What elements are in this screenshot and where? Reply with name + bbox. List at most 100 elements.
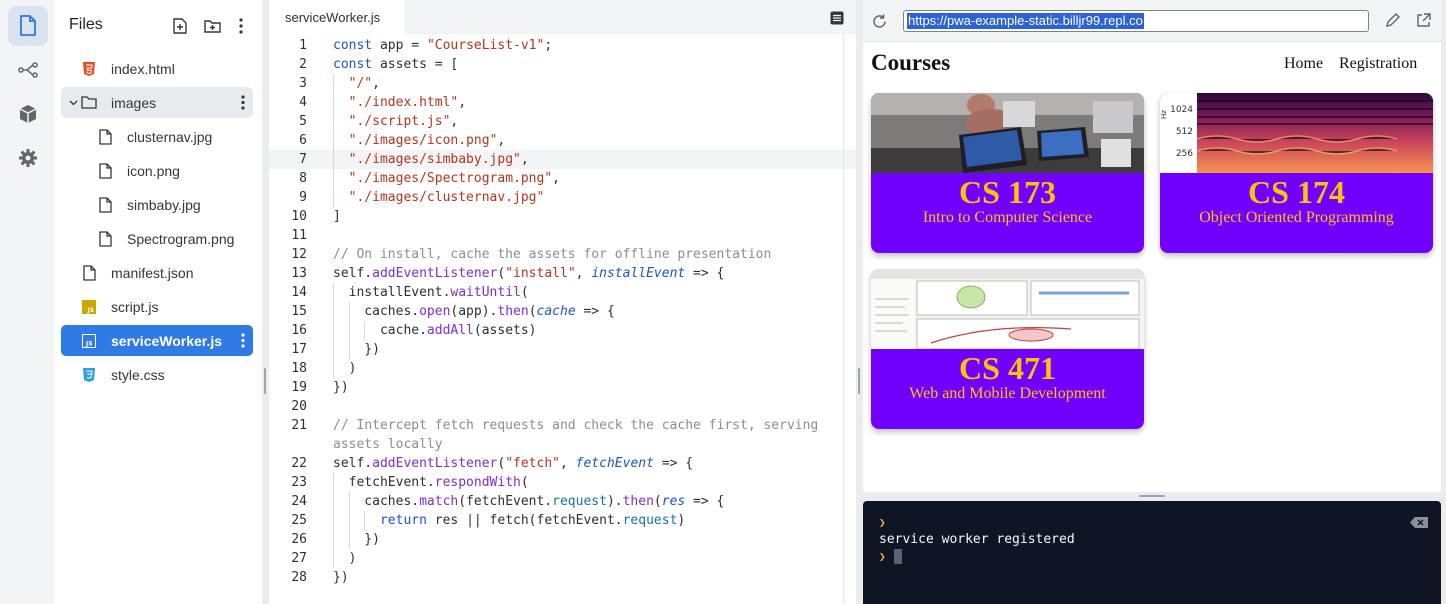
code-line[interactable]: 6 "./images/icon.png", bbox=[269, 131, 856, 150]
folder-item[interactable]: images bbox=[61, 87, 253, 118]
file-item[interactable]: simbaby.jpg bbox=[61, 189, 253, 220]
file-item[interactable]: JS serviceWorker.js bbox=[61, 325, 253, 356]
files-menu-button[interactable] bbox=[232, 17, 250, 35]
code-line[interactable]: 14 installEvent.waitUntil( bbox=[269, 283, 856, 302]
course-card[interactable]: CS 471 Web and Mobile Development bbox=[871, 269, 1144, 429]
code-line[interactable]: 4 "./index.html", bbox=[269, 93, 856, 112]
code-line[interactable]: 13 self.addEventListener("install", insta… bbox=[269, 264, 856, 283]
clear-icon bbox=[1410, 517, 1428, 528]
code-line[interactable]: 9 "./images/clusternav.jpg" bbox=[269, 188, 856, 207]
line-number: 6 bbox=[299, 133, 307, 148]
code-line[interactable]: 3 "/", bbox=[269, 74, 856, 93]
code-line[interactable]: 8 "./images/Spectrogram.png", bbox=[269, 169, 856, 188]
code-line[interactable]: 1 const app = "CourseList-v1"; bbox=[269, 36, 856, 55]
reload-button[interactable] bbox=[872, 14, 887, 33]
open-new-tab-button[interactable] bbox=[1416, 13, 1431, 32]
settings-nav-button[interactable] bbox=[8, 138, 48, 178]
line-number: 13 bbox=[291, 266, 307, 281]
code-line[interactable]: 23 fetchEvent.respondWith( bbox=[269, 473, 856, 492]
code-line[interactable]: 28}) bbox=[269, 568, 856, 587]
resize-handle[interactable] bbox=[264, 368, 266, 394]
line-number: 23 bbox=[291, 475, 307, 490]
file-name: script.js bbox=[111, 298, 159, 315]
code-editor: serviceWorker.js 1 const app = "CourseLis… bbox=[269, 0, 856, 604]
file-item[interactable]: JS script.js bbox=[61, 291, 253, 322]
file-item[interactable]: icon.png bbox=[61, 155, 253, 186]
packages-nav-button[interactable] bbox=[8, 94, 48, 134]
code-line[interactable]: 22 self.addEventListener("fetch", fetchEv… bbox=[269, 454, 856, 473]
clear-console-button[interactable] bbox=[1410, 517, 1428, 532]
console-cursor[interactable] bbox=[894, 549, 902, 564]
course-card[interactable]: Hz 1024 512 256 CS 174 Object Oriented P… bbox=[1160, 93, 1433, 253]
code-area[interactable]: 1 const app = "CourseList-v1"; 2 const asse… bbox=[269, 34, 856, 604]
code-line[interactable]: 20 bbox=[269, 397, 856, 416]
code-line[interactable]: assets locally bbox=[269, 435, 856, 454]
code-text: "./index.html", bbox=[348, 95, 467, 110]
code-line[interactable]: 5 "./script.js", bbox=[269, 112, 856, 131]
file-icon bbox=[98, 230, 112, 247]
code-line[interactable]: 7 "./images/simbaby.jpg", bbox=[269, 150, 856, 169]
course-card[interactable]: CS 173 Intro to Computer Science bbox=[871, 93, 1144, 253]
code-line[interactable]: 11 bbox=[269, 226, 856, 245]
code-text: fetchEvent.respondWith( bbox=[333, 475, 529, 490]
panel-resizer[interactable] bbox=[863, 492, 1441, 501]
line-number: 15 bbox=[291, 304, 307, 319]
nav-link-registration[interactable]: Registration bbox=[1339, 55, 1417, 73]
panel-resizer[interactable] bbox=[856, 0, 863, 604]
line-number: 1 bbox=[299, 38, 307, 53]
nav-link-home[interactable]: Home bbox=[1284, 55, 1323, 73]
file-item[interactable]: manifest.json bbox=[61, 257, 253, 288]
new-folder-button[interactable] bbox=[203, 17, 221, 35]
file-icon bbox=[97, 162, 113, 179]
console-pane[interactable]: ❯ service worker registered ❯ bbox=[863, 501, 1441, 604]
spectrogram-unit: Hz bbox=[1160, 110, 1168, 119]
line-number: 22 bbox=[291, 456, 307, 471]
prompt-icon: ❯ bbox=[879, 550, 886, 563]
line-number: 9 bbox=[299, 190, 307, 205]
code-line[interactable]: 2 const assets = [ bbox=[269, 55, 856, 74]
code-line[interactable]: 19}) bbox=[269, 378, 856, 397]
chevron-down-icon[interactable] bbox=[65, 95, 81, 111]
line-number: 16 bbox=[291, 323, 307, 338]
line-number: 10 bbox=[291, 209, 307, 224]
code-line[interactable]: 17 }) bbox=[269, 340, 856, 359]
url-input[interactable]: https://pwa-example-static.billjr99.repl… bbox=[903, 10, 1369, 32]
code-line[interactable]: 26 }) bbox=[269, 530, 856, 549]
file-item[interactable]: Spectrogram.png bbox=[61, 223, 253, 254]
new-file-button[interactable] bbox=[171, 17, 189, 35]
edit-url-button[interactable] bbox=[1385, 13, 1400, 32]
code-line[interactable]: 10] bbox=[269, 207, 856, 226]
file-item[interactable]: index.html bbox=[61, 53, 253, 84]
resize-handle[interactable] bbox=[1139, 495, 1165, 497]
file-item[interactable]: style.css bbox=[61, 359, 253, 390]
editor-tab[interactable]: serviceWorker.js bbox=[269, 0, 405, 34]
code-line[interactable]: 24 caches.match(fetchEvent.request).then… bbox=[269, 492, 856, 511]
code-line[interactable]: 25 return res || fetch(fetchEvent.reques… bbox=[269, 511, 856, 530]
code-line[interactable]: 16 cache.addAll(assets) bbox=[269, 321, 856, 340]
file-item[interactable]: clusternav.jpg bbox=[61, 121, 253, 152]
code-line[interactable]: 27 ) bbox=[269, 549, 856, 568]
js-icon: JS bbox=[82, 299, 96, 314]
line-number: 17 bbox=[291, 342, 307, 357]
editor-menu-button[interactable] bbox=[830, 10, 844, 29]
resize-handle[interactable] bbox=[858, 368, 860, 394]
file-name: manifest.json bbox=[111, 264, 194, 281]
file-name: images bbox=[111, 94, 157, 111]
file-name: serviceWorker.js bbox=[111, 332, 223, 349]
files-nav-button[interactable] bbox=[8, 6, 48, 46]
code-line[interactable]: 12 // On install, cache the assets for of… bbox=[269, 245, 856, 264]
code-line[interactable]: 15 caches.open(app).then(cache => { bbox=[269, 302, 856, 321]
file-menu-button[interactable] bbox=[241, 333, 245, 348]
course-number: CS 174 bbox=[1248, 174, 1345, 210]
code-line[interactable]: 21 // Intercept fetch requests and check … bbox=[269, 416, 856, 435]
js-icon: JS bbox=[82, 333, 96, 348]
line-number: 3 bbox=[299, 76, 307, 91]
file-name: index.html bbox=[111, 60, 175, 77]
code-text: ) bbox=[333, 361, 357, 376]
panel-resizer[interactable] bbox=[262, 0, 269, 604]
version-control-nav-button[interactable] bbox=[8, 50, 48, 90]
code-line[interactable]: 18 ) bbox=[269, 359, 856, 378]
code-text: const app = "CourseList-v1"; bbox=[333, 38, 553, 53]
editor-scrollbar[interactable] bbox=[843, 34, 844, 604]
file-menu-button[interactable] bbox=[241, 95, 245, 110]
